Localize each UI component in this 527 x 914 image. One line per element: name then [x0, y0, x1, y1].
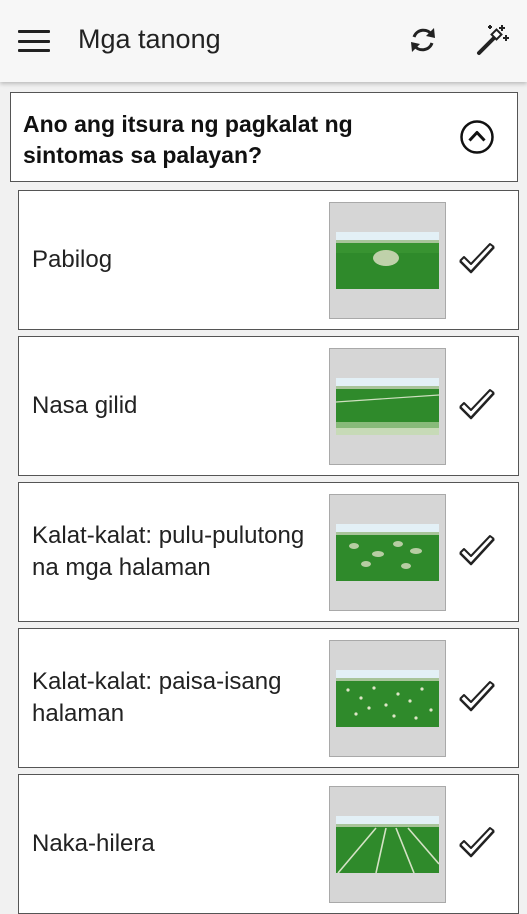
option-label: Naka-hilera: [32, 830, 155, 857]
field-thumbnail: [329, 202, 446, 319]
option-pulu-pulutong[interactable]: Kalat-kalat: pulu-pulutong na mga halama…: [18, 482, 519, 622]
option-label: Nasa gilid: [32, 392, 138, 419]
check-icon[interactable]: [457, 826, 497, 862]
field-thumbnail: [329, 348, 446, 465]
collapse-icon[interactable]: [459, 119, 495, 155]
check-icon[interactable]: [457, 534, 497, 570]
question-card: Ano ang itsura ng pagkalat ng sintomas s…: [10, 92, 518, 182]
question-text: Ano ang itsura ng pagkalat ng sintomas s…: [23, 111, 353, 168]
check-icon[interactable]: [457, 388, 497, 424]
option-label: Kalat-kalat: paisa-isang halaman: [32, 668, 282, 727]
field-thumbnail: [329, 640, 446, 757]
option-nasa-gilid[interactable]: Nasa gilid: [18, 336, 519, 476]
option-paisa-isang[interactable]: Kalat-kalat: paisa-isang halaman: [18, 628, 519, 768]
check-icon[interactable]: [457, 680, 497, 716]
option-naka-hilera[interactable]: Naka-hilera: [18, 774, 519, 914]
menu-icon[interactable]: [18, 26, 50, 56]
page-title: Mga tanong: [78, 24, 221, 54]
option-label: Pabilog: [32, 246, 113, 273]
option-pabilog[interactable]: Pabilog: [18, 190, 519, 330]
check-icon[interactable]: [457, 242, 497, 278]
field-thumbnail: [329, 494, 446, 611]
refresh-icon[interactable]: [405, 22, 441, 58]
magic-wand-icon[interactable]: [474, 22, 510, 58]
field-thumbnail: [329, 786, 446, 903]
option-label: Kalat-kalat: pulu-pulutong na mga halama…: [32, 522, 305, 581]
app-bar: Mga tanong: [0, 0, 527, 82]
